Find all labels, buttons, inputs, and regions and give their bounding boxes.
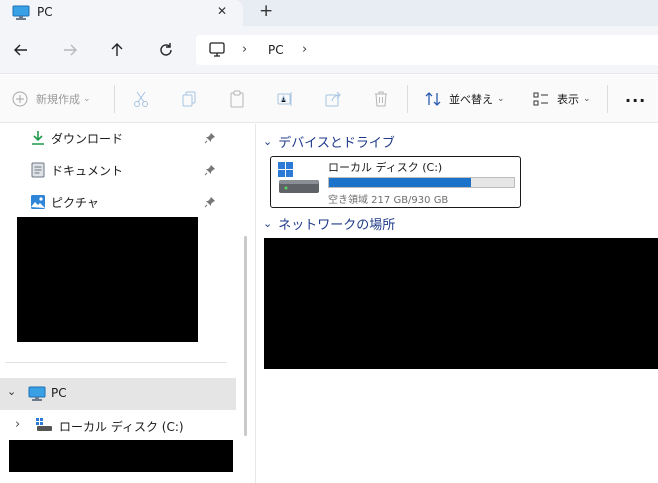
monitor-icon xyxy=(28,386,46,405)
arrow-up-icon xyxy=(111,43,123,56)
breadcrumb-pc[interactable]: PC xyxy=(268,43,284,57)
arrow-left-icon xyxy=(14,44,27,56)
download-icon xyxy=(30,130,46,149)
rename-icon[interactable] xyxy=(276,90,294,111)
new-tab-button[interactable]: + xyxy=(259,1,273,21)
chevron-down-icon: ⌄ xyxy=(263,216,273,230)
section-network[interactable]: ⌄ ネットワークの場所 xyxy=(263,213,395,233)
nav-item-downloads[interactable]: ダウンロード xyxy=(0,124,240,152)
nav-item-documents[interactable]: ドキュメント xyxy=(0,156,240,184)
chevron-right-icon[interactable]: › xyxy=(242,42,247,57)
section-devices[interactable]: ⌄ デバイスとドライブ xyxy=(263,131,395,151)
divider xyxy=(5,362,227,363)
drive-tile-c[interactable]: ローカル ディスク (C:) 空き領域 217 GB/930 GB xyxy=(270,156,521,208)
tab-pc[interactable]: PC ✕ xyxy=(0,0,243,26)
redacted-area xyxy=(264,238,658,369)
refresh-button[interactable] xyxy=(157,41,175,62)
separator xyxy=(114,85,115,113)
nav-item-pc[interactable]: ⌄ PC xyxy=(0,378,236,410)
sort-button-label: 並べ替え xyxy=(449,93,493,106)
section-network-label: ネットワークの場所 xyxy=(278,217,396,233)
drive-name: ローカル ディスク (C:) xyxy=(328,161,443,174)
view-button-label: 表示 xyxy=(557,93,579,106)
redacted-area xyxy=(9,440,233,472)
navigation-bar: › PC › xyxy=(0,26,658,74)
share-icon[interactable] xyxy=(324,90,342,111)
chevron-down-icon: ⌄ xyxy=(497,94,505,104)
view-button[interactable]: 表示 ⌄ xyxy=(532,75,591,123)
monitor-outline-icon xyxy=(208,41,226,62)
tab-title: PC xyxy=(37,5,53,19)
section-devices-label: デバイスとドライブ xyxy=(278,135,395,151)
chevron-down-icon[interactable]: ⌄ xyxy=(7,385,16,398)
redacted-area xyxy=(17,217,198,342)
more-options-button[interactable]: ... xyxy=(625,87,646,106)
back-button[interactable] xyxy=(12,41,30,62)
separator xyxy=(407,85,408,113)
drive-icon xyxy=(36,418,52,435)
command-bar: 新規作成 ⌄ 並べ替え ⌄ 表示 ⌄ ... xyxy=(0,75,658,123)
chevron-right-icon[interactable]: › xyxy=(302,42,307,57)
nav-item-label: ドキュメント xyxy=(51,164,124,178)
close-tab-icon[interactable]: ✕ xyxy=(217,4,227,18)
refresh-icon xyxy=(160,43,172,56)
copy-icon[interactable] xyxy=(180,90,198,111)
picture-icon xyxy=(30,194,46,213)
delete-icon[interactable] xyxy=(372,90,390,111)
plus-circle-icon xyxy=(12,91,28,107)
pin-icon[interactable] xyxy=(204,132,216,144)
scrollbar[interactable] xyxy=(244,236,247,436)
separator xyxy=(607,85,608,113)
chevron-down-icon: ⌄ xyxy=(583,94,591,104)
pin-icon[interactable] xyxy=(204,196,216,208)
chevron-down-icon: ⌄ xyxy=(263,134,273,148)
drive-icon xyxy=(277,161,321,198)
drive-usage-fill xyxy=(329,178,471,187)
pin-icon[interactable] xyxy=(204,164,216,176)
nav-item-label: ピクチャ xyxy=(51,196,99,210)
chevron-right-icon[interactable]: › xyxy=(15,417,20,432)
drive-free-space: 空き領域 217 GB/930 GB xyxy=(328,195,449,206)
new-button[interactable]: 新規作成 ⌄ xyxy=(12,75,91,123)
drive-usage-bar xyxy=(328,177,515,188)
nav-item-label: PC xyxy=(51,386,67,400)
sort-icon xyxy=(425,92,441,106)
content-pane: ⌄ デバイスとドライブ ローカル ディスク (C:) 空き領域 217 GB/9… xyxy=(257,124,658,483)
nav-item-label: ダウンロード xyxy=(51,132,124,146)
forward-button[interactable] xyxy=(61,41,79,62)
list-view-icon xyxy=(533,92,548,106)
up-button[interactable] xyxy=(108,41,126,62)
chevron-down-icon: ⌄ xyxy=(83,94,91,104)
arrow-right-icon xyxy=(64,44,77,56)
new-button-label: 新規作成 xyxy=(36,93,80,106)
document-icon xyxy=(31,162,45,181)
nav-item-pictures[interactable]: ピクチャ xyxy=(0,188,240,216)
sort-button[interactable]: 並べ替え ⌄ xyxy=(424,75,505,123)
address-bar[interactable]: › PC › xyxy=(196,35,658,65)
navigation-pane: ダウンロード ドキュメント ピクチャ ⌄ PC › ローカル ディスク (C:) xyxy=(0,124,256,483)
nav-item-label: ローカル ディスク (C:) xyxy=(59,420,184,434)
tab-bar: PC ✕ + xyxy=(0,0,658,26)
monitor-icon xyxy=(12,5,30,21)
nav-item-local-disk[interactable]: › ローカル ディスク (C:) xyxy=(0,412,236,440)
cut-icon[interactable] xyxy=(132,90,150,111)
paste-icon[interactable] xyxy=(228,90,246,111)
